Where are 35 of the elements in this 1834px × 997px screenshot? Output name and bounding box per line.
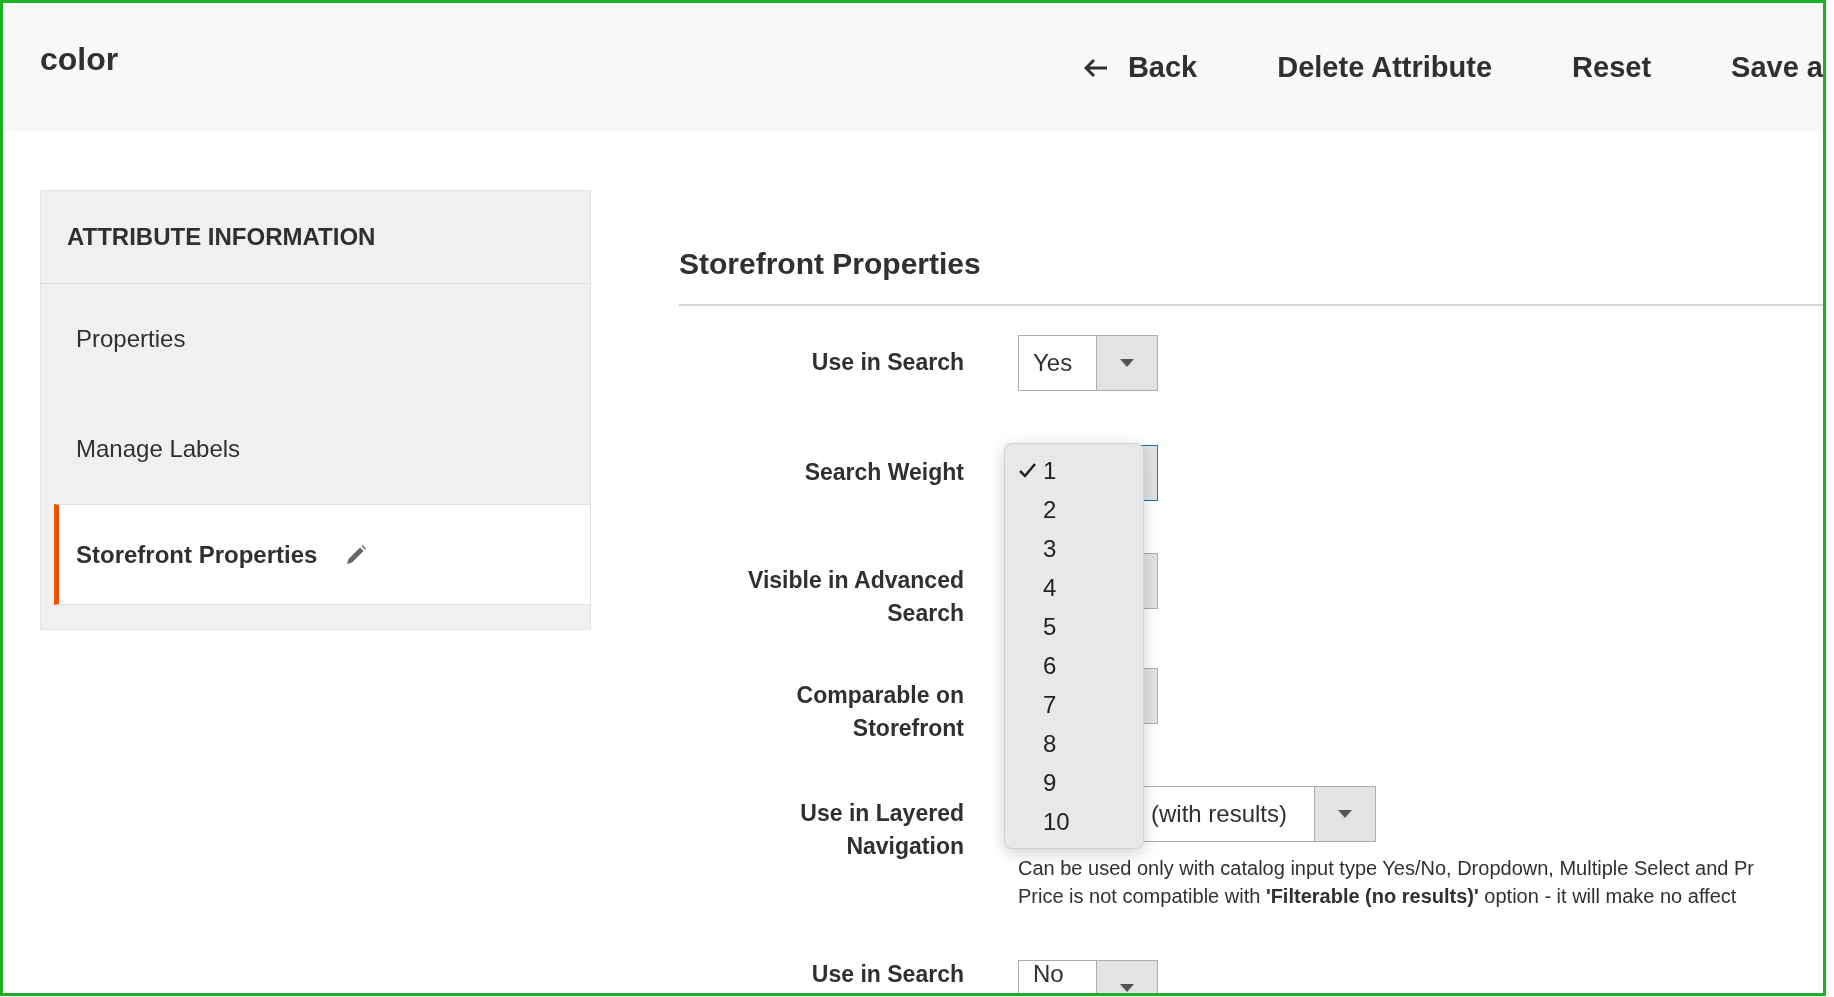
field-label: Visible in Advanced Search bbox=[746, 566, 964, 628]
sidebar-item-label: Storefront Properties bbox=[76, 539, 318, 570]
field-label: Use in Search bbox=[810, 348, 964, 377]
sidebar-item[interactable]: Properties bbox=[41, 284, 590, 394]
select-field[interactable]: No bbox=[1018, 960, 1158, 993]
caret-icon bbox=[1120, 359, 1134, 367]
section-title: Storefront Properties bbox=[679, 246, 982, 282]
select-field[interactable]: Yes bbox=[1018, 335, 1158, 391]
sidebar-item[interactable]: Storefront Properties bbox=[54, 504, 590, 605]
field-label: Use in Search bbox=[810, 960, 964, 988]
back-button[interactable]: Back bbox=[1083, 46, 1198, 90]
caret-icon bbox=[1120, 984, 1134, 992]
field-label: Use in Layered Navigation bbox=[799, 799, 964, 861]
dropdown-option[interactable]: 3 bbox=[1005, 529, 1143, 568]
field-label: Search Weight bbox=[803, 458, 964, 487]
dropdown-option[interactable]: 8 bbox=[1005, 724, 1143, 763]
dropdown-option[interactable]: 2 bbox=[1005, 490, 1143, 529]
sidebar-title: ATTRIBUTE INFORMATION bbox=[41, 191, 590, 284]
dropdown-option[interactable]: 7 bbox=[1005, 685, 1143, 724]
caret-icon bbox=[1338, 810, 1352, 818]
action-button[interactable]: Reset bbox=[1572, 46, 1652, 90]
dropdown-option[interactable]: 4 bbox=[1005, 568, 1143, 607]
dropdown-option[interactable]: 5 bbox=[1005, 607, 1143, 646]
sidebar-item[interactable]: Manage Labels bbox=[41, 394, 590, 504]
help-text: Can be used only with catalog input type Yes/No, Dropdown, Multiple Select and Pr bbox=[1018, 856, 1754, 881]
back-arrow-icon bbox=[1083, 57, 1108, 78]
action-button[interactable]: Delete Attribute bbox=[1277, 46, 1493, 90]
action-button[interactable]: Save a bbox=[1731, 46, 1823, 90]
field-label: Comparable on Storefront bbox=[795, 681, 964, 743]
sidebar-item-label: Properties bbox=[76, 324, 186, 354]
dropdown-option[interactable]: 1 bbox=[1005, 451, 1143, 490]
sidebar-item-label: Manage Labels bbox=[76, 434, 241, 464]
help-text: Price is not compatible with 'Filterable (no results)' option - it will make no affect bbox=[1018, 884, 1738, 909]
dropdown-option[interactable]: 6 bbox=[1005, 646, 1143, 685]
page-title: color bbox=[40, 40, 119, 79]
